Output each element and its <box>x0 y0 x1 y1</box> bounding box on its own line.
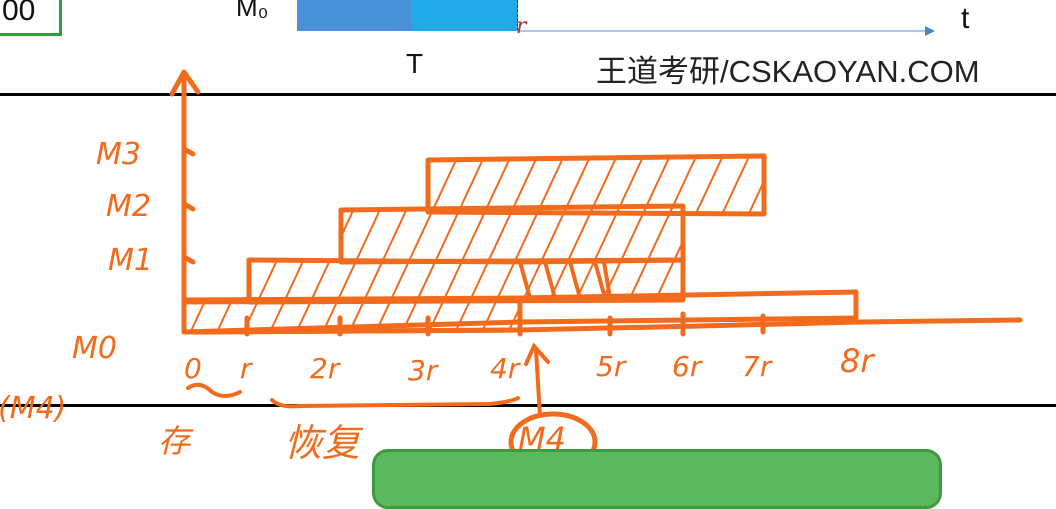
x-tick-r: r <box>240 352 253 385</box>
bar-m3 <box>425 153 767 217</box>
arrow-up-icon <box>524 342 550 418</box>
brace-recovery <box>270 396 520 409</box>
x-tick-7r: 7r <box>742 350 773 383</box>
label-store: 存 <box>158 422 194 460</box>
x-tick-3r: 3r <box>408 354 439 387</box>
row-label-m3: M3 <box>96 137 141 172</box>
label-recovery: 恢复 <box>284 421 364 465</box>
x-tick-8r: 8r <box>840 342 875 380</box>
x-tick-6r: 6r <box>672 350 703 383</box>
row-label-m1: M1 <box>108 243 153 278</box>
bar-m0-hatched <box>181 297 523 335</box>
green-panel-button[interactable] <box>372 449 942 509</box>
x-tick-4r: 4r <box>490 352 521 385</box>
x-tick-5r: 5r <box>596 350 627 383</box>
row-label-m2: M2 <box>106 189 151 224</box>
slide-frame: 00 M₀ r t T 王道考研/CSKAOYAN.COM M3 M2 M1 M… <box>0 0 1056 509</box>
brace-store <box>186 382 242 398</box>
row-label-m0: M0 <box>72 331 117 366</box>
handwritten-diagram: M3 M2 M1 M0 (M4) 0 r 2r 3r 4r 5r 6r 7r 8… <box>0 69 1023 473</box>
x-tick-2r: 2r <box>310 352 341 385</box>
bar-m1 <box>246 257 686 305</box>
row-label-m4: (M4) <box>0 391 66 426</box>
x-tick-0: 0 <box>184 352 202 385</box>
